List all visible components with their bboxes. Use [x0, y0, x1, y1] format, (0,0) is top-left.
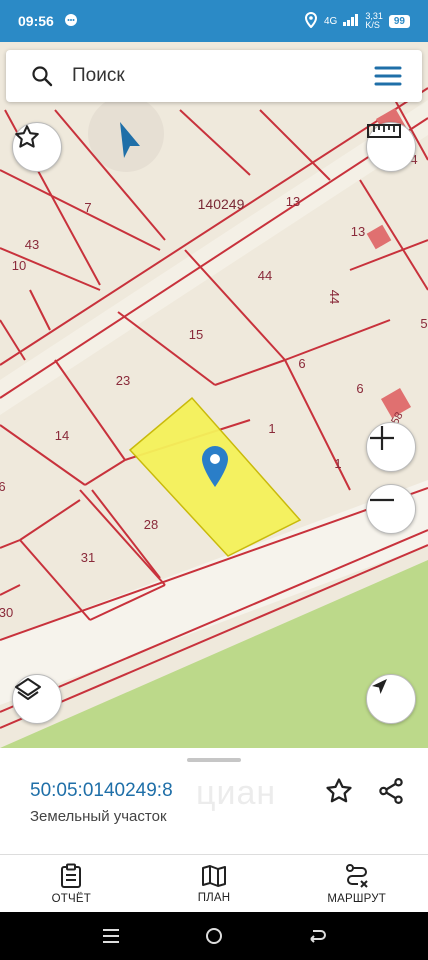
- parcel-number: 15: [189, 327, 203, 342]
- block-label: 140249: [198, 196, 245, 212]
- nav-report[interactable]: ОТЧЁТ: [11, 863, 131, 905]
- ruler-icon: [367, 124, 401, 138]
- parcel-number: 6: [298, 356, 305, 371]
- navigation-arrow-icon: [372, 679, 387, 694]
- star-outline-icon[interactable]: [324, 776, 354, 806]
- route-icon: [345, 863, 368, 888]
- layers-button[interactable]: [12, 674, 62, 724]
- star-outline-icon: [15, 125, 39, 148]
- parcel-number: 1: [334, 456, 341, 471]
- parcel-number: 13: [351, 224, 365, 239]
- status-bar: 09:56 4G 3,31 K/S 99: [0, 0, 428, 42]
- parcel-number: 44: [258, 268, 272, 283]
- bottom-navigation: ОТЧЁТ ПЛАН МАРШРУТ: [0, 854, 428, 912]
- clipboard-icon: [61, 863, 82, 888]
- layers-icon: [15, 678, 41, 700]
- battery-indicator: 99: [388, 14, 410, 28]
- parcel-number: 23: [116, 373, 130, 388]
- system-navigation-bar: [0, 912, 428, 960]
- back-icon[interactable]: [307, 926, 327, 946]
- parcel-number: 6: [0, 479, 6, 494]
- parcel-number: 6: [356, 381, 363, 396]
- search-icon: [32, 66, 53, 87]
- parcel-number: 13: [286, 194, 300, 209]
- zoom-in-button[interactable]: [366, 422, 416, 472]
- favorite-map-button[interactable]: [12, 122, 62, 172]
- parcel-number: 30: [0, 605, 13, 620]
- map-icon: [201, 864, 226, 887]
- parcel-number: 14: [55, 428, 69, 443]
- parcel-info-sheet[interactable]: циан 50:05:0140249:8 Земельный участок: [0, 748, 428, 854]
- search-bar[interactable]: [6, 50, 422, 102]
- parcel-number: 5: [420, 316, 427, 331]
- parcel-number: 1: [268, 421, 275, 436]
- my-location-button[interactable]: [366, 674, 416, 724]
- parcel-number: 28: [144, 517, 158, 532]
- parcel-number: 43: [25, 237, 39, 252]
- ruler-button[interactable]: [366, 122, 416, 172]
- search-input[interactable]: [72, 65, 374, 87]
- network-speed: 3,31 K/S: [365, 11, 383, 30]
- location-icon: [304, 11, 318, 31]
- parcel-type: Земельный участок: [30, 808, 167, 825]
- signal-icon: [343, 13, 359, 29]
- sheet-drag-handle[interactable]: [187, 758, 241, 762]
- minus-icon: [370, 498, 394, 502]
- menu-icon[interactable]: [374, 65, 402, 87]
- chat-notification-icon: [64, 13, 78, 30]
- nav-route[interactable]: МАРШРУТ: [297, 863, 417, 905]
- nav-route-label: МАРШРУТ: [327, 892, 386, 905]
- network-type: 4G: [324, 15, 338, 27]
- cadastral-map[interactable]: 140249 7 43 10 13 13 44 44 15 6 5 23 6 1…: [0, 42, 428, 748]
- home-icon[interactable]: [204, 926, 224, 946]
- nav-plan[interactable]: ПЛАН: [154, 864, 274, 904]
- parcel-number: 10: [12, 258, 26, 273]
- parcel-cadastral-number[interactable]: 50:05:0140249:8: [30, 780, 173, 802]
- watermark: циан: [196, 774, 277, 812]
- parcel-number: 44: [327, 290, 342, 304]
- parcel-number: 31: [81, 550, 95, 565]
- nav-plan-label: ПЛАН: [197, 891, 231, 904]
- parcel-number: 7: [84, 200, 91, 215]
- plus-icon: [370, 426, 394, 450]
- building: [366, 224, 392, 250]
- nav-report-label: ОТЧЁТ: [51, 892, 91, 905]
- map-canvas[interactable]: 140249 7 43 10 13 13 44 44 15 6 5 23 6 1…: [0, 42, 428, 748]
- sheet-actions: [324, 776, 406, 806]
- share-icon[interactable]: [376, 776, 406, 806]
- zoom-out-button[interactable]: [366, 484, 416, 534]
- recent-apps-icon[interactable]: [101, 927, 121, 945]
- status-indicators: 4G 3,31 K/S 99: [304, 11, 410, 31]
- status-time: 09:56: [18, 13, 54, 29]
